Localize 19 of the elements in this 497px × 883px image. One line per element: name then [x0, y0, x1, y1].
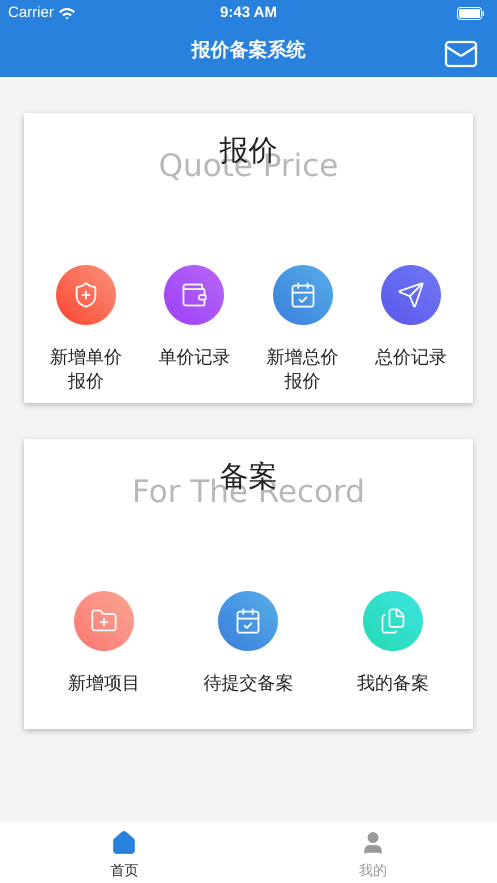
calendar-check-icon — [288, 281, 317, 309]
tab-item[interactable]: 首页 — [0, 822, 248, 883]
documents-icon — [378, 607, 407, 635]
menu-item[interactable]: 新增项目 — [32, 591, 176, 695]
menu-item[interactable]: 待提交备案 — [176, 591, 321, 695]
paper-plane-icon — [396, 281, 425, 309]
wallet-icon — [180, 281, 208, 309]
wifi-icon — [58, 6, 76, 20]
battery-icon — [457, 6, 485, 20]
menu-item[interactable]: 新增总价报价 — [248, 265, 357, 393]
menu-item[interactable]: 新增单价报价 — [32, 265, 140, 393]
menu-item[interactable]: 总价记录 — [356, 265, 465, 393]
calendar-check-icon — [234, 607, 262, 635]
home-icon — [111, 830, 138, 856]
page-title: 报价备案系统 — [192, 38, 306, 64]
menu-item[interactable]: 单价记录 — [140, 265, 248, 393]
menu-item[interactable]: 我的备案 — [320, 591, 465, 695]
carrier-label: Carrier — [8, 2, 54, 23]
clock-label: 9:43 AM — [220, 2, 277, 23]
